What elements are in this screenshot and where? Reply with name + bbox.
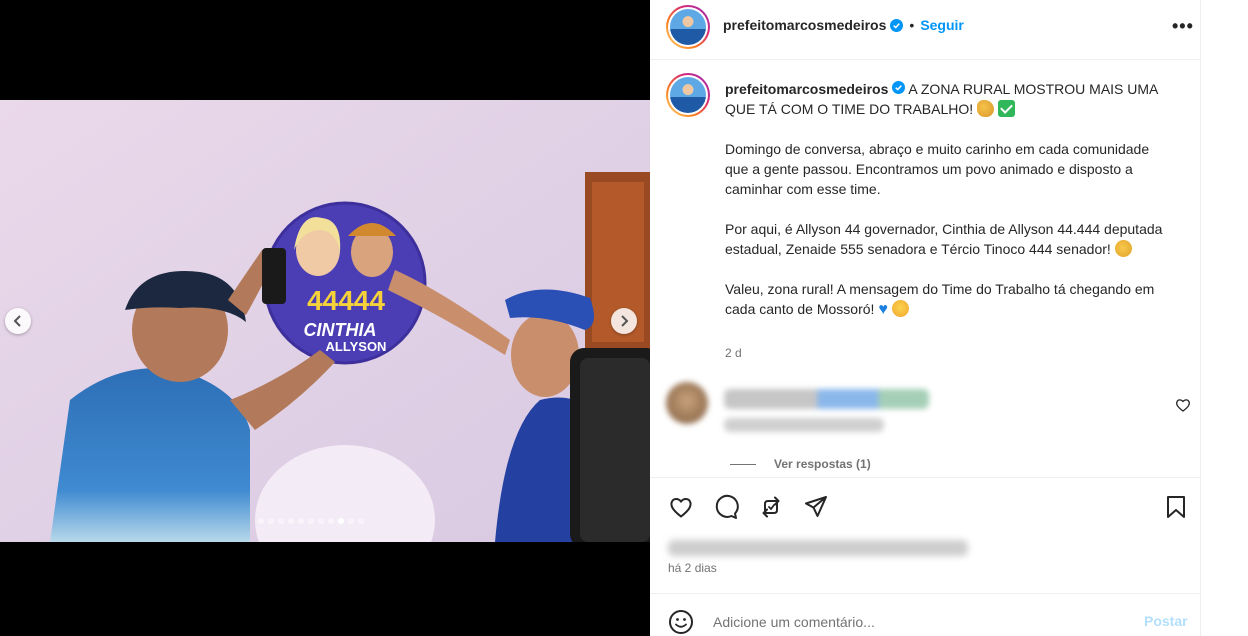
muscle-emoji-icon — [977, 100, 995, 117]
author-username[interactable]: prefeitomarcosmedeiros — [723, 17, 886, 33]
post-panel: prefeitomarcosmedeiros • Seguir ••• pref… — [650, 0, 1201, 636]
carousel-indicator — [258, 518, 364, 524]
like-button[interactable] — [668, 494, 694, 520]
post-photo: 44444 CINTHIA ALLYSON — [0, 100, 650, 542]
carousel-dot — [278, 518, 284, 524]
save-button[interactable] — [1163, 494, 1189, 520]
carousel-dot — [298, 518, 304, 524]
instagram-post-modal: 44444 CINTHIA ALLYSON prefeitomarcosmede… — [0, 0, 1248, 636]
view-replies-button[interactable]: Ver respostas (1) — [730, 457, 871, 471]
commenter-avatar[interactable] — [666, 382, 708, 424]
carousel-prev-button[interactable] — [5, 308, 31, 334]
carousel-dot — [258, 518, 264, 524]
caption-time[interactable]: 2 d — [725, 346, 742, 360]
caption-paragraph-3: Por aqui, é Allyson 44 governador, Cinth… — [725, 221, 1163, 257]
carousel-dot — [348, 518, 354, 524]
caption-username[interactable]: prefeitomarcosmedeiros — [725, 81, 888, 97]
post-comment-button[interactable]: Postar — [1144, 613, 1188, 629]
carousel-dot — [288, 518, 294, 524]
verified-badge-icon — [890, 18, 904, 32]
view-replies-label: Ver respostas (1) — [774, 457, 871, 471]
comment-composer: Postar — [650, 593, 1201, 636]
carousel-dot — [268, 518, 274, 524]
share-button[interactable] — [803, 494, 829, 520]
post-caption: prefeitomarcosmedeiros A ZONA RURAL MOST… — [725, 79, 1165, 340]
poster-number: 44444 — [307, 285, 385, 316]
carousel-dot — [318, 518, 324, 524]
caption-author-avatar[interactable] — [666, 73, 710, 117]
blurred-comment-text — [724, 389, 929, 409]
repost-icon — [762, 496, 780, 518]
photo-scene: 44444 CINTHIA ALLYSON — [0, 100, 650, 542]
poster-name: CINTHIA — [304, 320, 377, 340]
comment-button[interactable] — [713, 494, 739, 520]
clap-emoji-icon — [1114, 240, 1132, 257]
post-timestamp[interactable]: há 2 dias — [668, 561, 717, 575]
caption-paragraph-2: Domingo de conversa, abraço e muito cari… — [725, 141, 1150, 197]
follow-button[interactable]: Seguir — [920, 17, 964, 33]
author-avatar[interactable] — [666, 5, 710, 49]
comment-like-icon[interactable] — [1175, 397, 1191, 413]
check-emoji-icon — [997, 100, 1015, 117]
emoji-picker-icon[interactable] — [668, 609, 694, 635]
comment-input[interactable] — [713, 610, 1113, 634]
action-bar — [650, 477, 1201, 537]
paper-plane-icon — [805, 496, 827, 517]
blue-heart-emoji-icon: ♥ — [878, 301, 888, 318]
more-options-icon[interactable]: ••• — [1172, 16, 1194, 37]
heart-eyes-emoji-icon — [891, 300, 909, 317]
blurred-comment-meta — [724, 418, 884, 432]
blurred-likes-text — [668, 540, 968, 556]
carousel-dot — [338, 518, 344, 524]
caption-paragraph-4: Valeu, zona rural! A mensagem do Time do… — [725, 281, 1155, 317]
poster-surname: ALLYSON — [326, 339, 387, 354]
header-separator: • — [909, 17, 915, 33]
heart-icon — [670, 498, 692, 518]
repost-button[interactable] — [758, 494, 784, 520]
post-header: prefeitomarcosmedeiros • Seguir ••• — [650, 0, 1201, 60]
post-media: 44444 CINTHIA ALLYSON — [0, 0, 650, 636]
chevron-left-icon — [13, 315, 21, 327]
bookmark-icon — [1167, 496, 1185, 518]
verified-badge-icon — [892, 81, 906, 94]
carousel-dot — [308, 518, 314, 524]
carousel-dot — [358, 518, 364, 524]
comment-bubble-icon — [715, 494, 739, 519]
carousel-next-button[interactable] — [611, 308, 637, 334]
chevron-right-icon — [621, 315, 629, 327]
carousel-dot — [328, 518, 334, 524]
